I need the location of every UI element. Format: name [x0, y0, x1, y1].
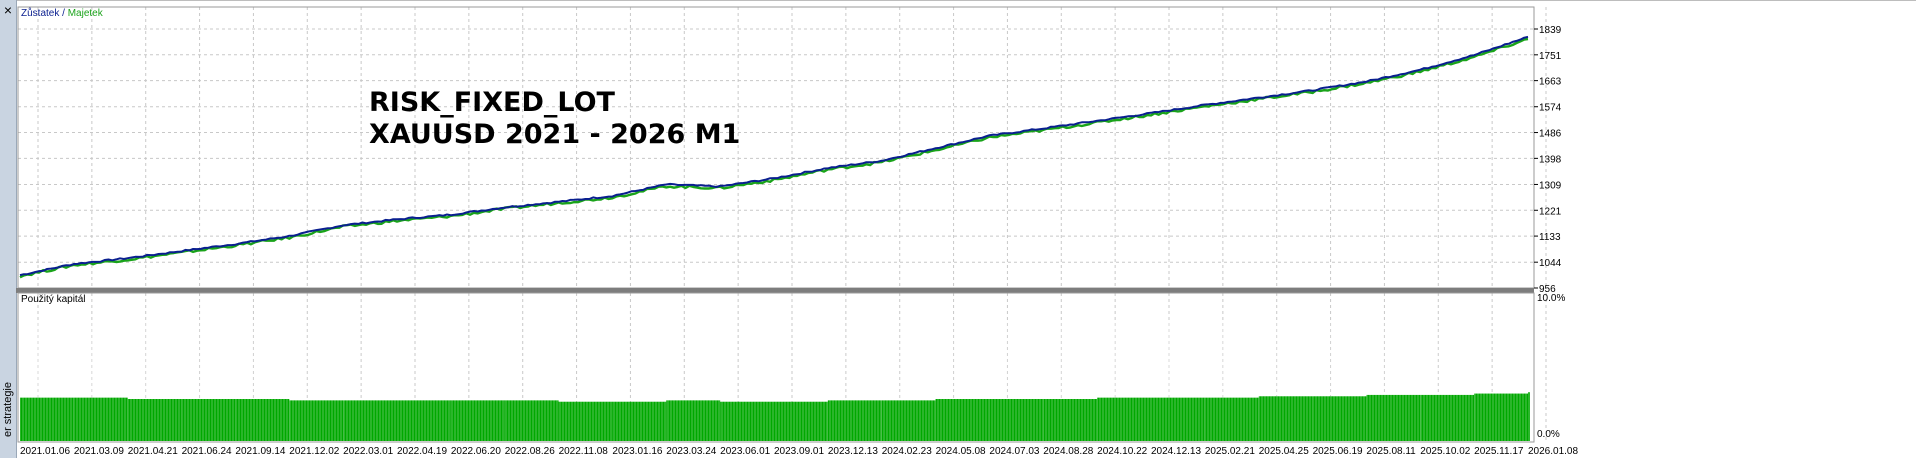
x-tick-label: 2022.03.01 [343, 446, 393, 457]
y-tick-label: 1663 [1539, 77, 1562, 88]
x-tick-label: 2025.10.02 [1420, 446, 1470, 457]
x-tick-label: 2025.08.11 [1366, 446, 1416, 457]
x-tick-label: 2022.11.08 [559, 446, 609, 457]
x-tick-label: 2021.03.09 [74, 446, 124, 457]
usage-bar [989, 399, 1044, 441]
x-tick-label: 2021.06.24 [182, 446, 232, 457]
x-tick-label: 2024.02.23 [882, 446, 932, 457]
overlay-title-line1: RISK_FIXED_LOT [369, 87, 616, 118]
x-tick-label: 2024.12.13 [1151, 446, 1201, 457]
y-tick-label: 1044 [1539, 258, 1562, 269]
usage-y-ticks: 10.0% 0.0% [1537, 293, 1565, 440]
usage-bar [450, 400, 505, 441]
x-ticks: 2021.01.06 2021.03.09 2021.04.21 2021.06.24… [20, 446, 1578, 457]
x-tick-label: 2023.12.13 [828, 446, 878, 457]
series-group [19, 35, 1529, 279]
x-tick-label: 2022.06.20 [451, 446, 501, 457]
x-tick-label: 2021.01.06 [20, 446, 70, 457]
usage-bar [1312, 396, 1367, 441]
y-ticks: 1839 1751 1663 1574 1486 1398 1309 1221 1133 1044… [1534, 25, 1562, 295]
legend-separator: / [59, 8, 67, 19]
usage-bar [181, 399, 236, 441]
usage-bar [935, 399, 990, 441]
x-tick-label: 2025.06.19 [1313, 446, 1363, 457]
usage-y-tick-label: 10.0% [1537, 293, 1565, 304]
x-tick-label: 2023.09.01 [774, 446, 824, 457]
y-tick-label: 1839 [1539, 25, 1562, 36]
x-tick-label: 2024.10.22 [1097, 446, 1147, 457]
legend: Zůstatek / Majetek [21, 7, 104, 19]
y-tick-label: 1309 [1539, 180, 1562, 191]
chart-area: 1839 1751 1663 1574 1486 1398 1309 1221 1133 1044… [16, 6, 1578, 457]
usage-bar [612, 401, 667, 441]
x-tick-label: 2022.08.26 [505, 446, 555, 457]
y-tick-label: 1398 [1539, 154, 1562, 165]
overlay-title-line2: XAUUSD 2021 - 2026 M1 [369, 119, 740, 150]
x-tick-label: 2025.02.21 [1205, 446, 1255, 457]
usage-bar [666, 400, 721, 441]
usage-pane-label: Použitý kapitál [21, 294, 85, 305]
y-tick-label: 1574 [1539, 103, 1562, 114]
x-tick-label: 2024.05.08 [936, 446, 986, 457]
legend-equity: Majetek [68, 8, 104, 19]
y-tick-label: 1486 [1539, 129, 1562, 140]
x-tick-label: 2023.03.24 [666, 446, 716, 457]
balance-line [19, 35, 1529, 277]
x-tick-label: 2026.01.08 [1528, 446, 1578, 457]
x-tick-label: 2024.07.03 [989, 446, 1039, 457]
x-tick-label: 2023.06.01 [720, 446, 770, 457]
x-tick-label: 2021.04.21 [128, 446, 178, 457]
usage-bar [1258, 396, 1313, 441]
x-tick-label: 2025.04.25 [1259, 446, 1309, 457]
y-tick-label: 1221 [1539, 206, 1562, 217]
x-tick-label: 2021.12.02 [289, 446, 339, 457]
x-tick-label: 2021.09.14 [235, 446, 285, 457]
usage-bars-group [19, 323, 1530, 441]
usage-bar [504, 400, 559, 441]
x-tick-label: 2023.01.16 [612, 446, 662, 457]
usage-y-tick-label: 0.0% [1537, 429, 1560, 440]
pane-separator[interactable] [16, 288, 1534, 293]
legend-balance: Zůstatek [21, 7, 60, 19]
y-tick-label: 1133 [1539, 232, 1561, 243]
x-tick-label: 2024.08.28 [1043, 446, 1093, 457]
x-tick-label: 2022.04.19 [397, 446, 447, 457]
usage-bar [558, 401, 613, 441]
x-tick-label: 2025.11.17 [1474, 446, 1524, 457]
y-tick-label: 1751 [1539, 51, 1562, 62]
main-chart-frame [17, 6, 1535, 289]
usage-bar [127, 399, 182, 441]
